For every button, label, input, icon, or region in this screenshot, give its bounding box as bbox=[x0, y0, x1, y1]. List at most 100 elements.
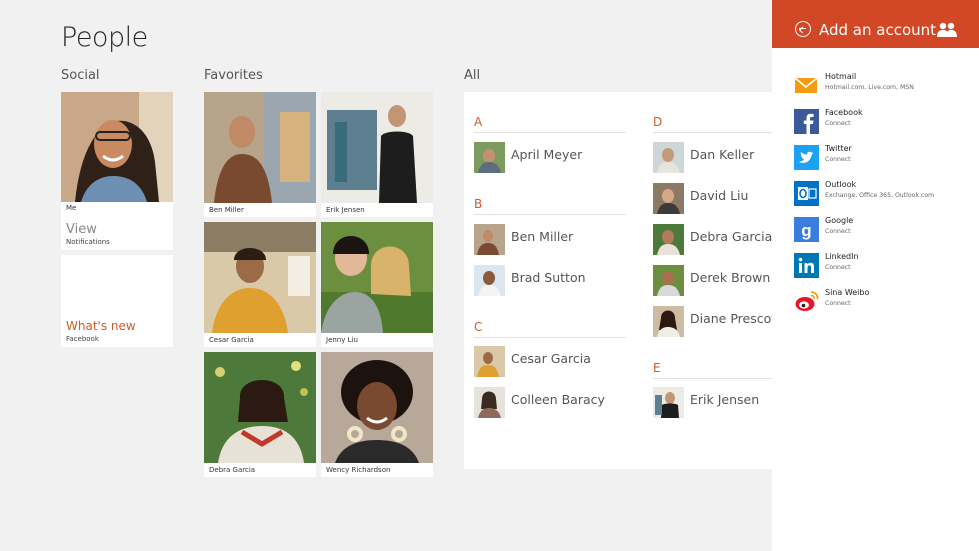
account-sub: Hotmail.com, Live.com, MSN bbox=[825, 84, 914, 91]
contact-name: Dan Keller bbox=[690, 147, 755, 162]
contact-item[interactable]: Diane Prescott bbox=[653, 306, 772, 340]
contact-thumbnail bbox=[474, 265, 505, 296]
me-tile[interactable]: Me View Notifications bbox=[61, 92, 173, 250]
favorite-name: Erik Jensen bbox=[326, 206, 365, 214]
view-label: View bbox=[66, 222, 97, 237]
contact-thumbnail bbox=[653, 265, 684, 296]
back-arrow-icon[interactable] bbox=[795, 21, 811, 37]
favorite-tile[interactable]: Ben Miller bbox=[204, 92, 316, 217]
contact-thumbnail bbox=[653, 306, 684, 337]
group-divider bbox=[474, 132, 626, 133]
people-icon bbox=[937, 22, 957, 37]
favorite-name: Cesar Garcia bbox=[209, 336, 254, 344]
account-sub: Connect bbox=[825, 156, 851, 163]
favorite-photo bbox=[321, 92, 433, 203]
all-contacts-panel: A April Meyer B Ben Miller Brad Sutton C… bbox=[464, 92, 772, 469]
favorite-photo bbox=[204, 222, 316, 333]
whats-new-tile[interactable]: What's new Facebook bbox=[61, 255, 173, 347]
section-label-favorites: Favorites bbox=[204, 68, 263, 83]
favorite-name: Wency Richardson bbox=[326, 466, 391, 474]
twitter-icon bbox=[794, 145, 819, 170]
facebook-icon bbox=[794, 109, 819, 134]
contact-name: Ben Miller bbox=[511, 229, 574, 244]
contact-name: Cesar Garcia bbox=[511, 351, 591, 366]
google-icon: g bbox=[794, 217, 819, 242]
favorite-tile[interactable]: Debra Garcia bbox=[204, 352, 316, 477]
add-account-header: Add an account bbox=[772, 0, 979, 48]
favorite-tile[interactable]: Cesar Garcia bbox=[204, 222, 316, 347]
favorite-name: Debra Garcia bbox=[209, 466, 256, 474]
group-divider bbox=[653, 378, 772, 379]
group-divider bbox=[474, 214, 626, 215]
add-account-pane: Add an account Hotmail Hotmail.com, Live… bbox=[772, 0, 979, 551]
account-name: Twitter bbox=[825, 144, 852, 153]
contact-name: Debra Garcia bbox=[690, 229, 772, 244]
contact-item[interactable]: Derek Brown bbox=[653, 265, 772, 299]
contact-item[interactable]: David Liu bbox=[653, 183, 772, 217]
account-sub: Connect bbox=[825, 120, 851, 127]
favorite-photo bbox=[204, 352, 316, 463]
account-sub: Connect bbox=[825, 228, 851, 235]
account-name: LinkedIn bbox=[825, 252, 859, 261]
contact-name: Derek Brown bbox=[690, 270, 771, 285]
account-sub: Connect bbox=[825, 300, 851, 307]
me-photo bbox=[61, 92, 173, 202]
contact-thumbnail bbox=[474, 142, 505, 173]
account-name: Google bbox=[825, 216, 854, 225]
contact-item[interactable]: Cesar Garcia bbox=[474, 346, 634, 380]
svg-text:g: g bbox=[801, 221, 811, 240]
section-label-social: Social bbox=[61, 68, 100, 83]
account-sub: Connect bbox=[825, 264, 851, 271]
account-outlook[interactable]: Outlook Exchange, Office 365, Outlook.co… bbox=[794, 180, 974, 213]
contact-name: Erik Jensen bbox=[690, 392, 760, 407]
account-twitter[interactable]: Twitter Connect bbox=[794, 144, 974, 177]
contact-name: Brad Sutton bbox=[511, 270, 586, 285]
favorite-photo bbox=[321, 222, 433, 333]
group-letter-a[interactable]: A bbox=[474, 115, 482, 129]
favorite-name: Ben Miller bbox=[209, 206, 244, 214]
contact-thumbnail bbox=[653, 224, 684, 255]
whats-new-sub: Facebook bbox=[66, 335, 99, 343]
favorite-tile[interactable]: Jenny Liu bbox=[321, 222, 433, 347]
account-sub: Exchange, Office 365, Outlook.com bbox=[825, 192, 935, 199]
contact-thumbnail bbox=[474, 224, 505, 255]
group-divider bbox=[474, 337, 626, 338]
add-account-title: Add an account bbox=[819, 21, 937, 39]
account-google[interactable]: g Google Connect bbox=[794, 216, 974, 249]
section-label-all[interactable]: All bbox=[464, 68, 480, 83]
favorite-photo bbox=[204, 92, 316, 203]
group-letter-c[interactable]: C bbox=[474, 320, 482, 334]
account-name: Hotmail bbox=[825, 72, 857, 81]
me-caption: Me bbox=[66, 204, 77, 212]
contact-item[interactable]: Debra Garcia bbox=[653, 224, 772, 258]
contact-name: David Liu bbox=[690, 188, 749, 203]
contact-item[interactable]: Erik Jensen bbox=[653, 387, 772, 421]
outlook-icon bbox=[794, 181, 819, 206]
favorite-photo bbox=[321, 352, 433, 463]
contact-thumbnail bbox=[653, 183, 684, 214]
contact-thumbnail bbox=[653, 142, 684, 173]
page-title: People bbox=[61, 22, 148, 53]
group-letter-d[interactable]: D bbox=[653, 115, 662, 129]
account-sina-weibo[interactable]: Sina Weibo Connect bbox=[794, 288, 974, 321]
contact-item[interactable]: Dan Keller bbox=[653, 142, 772, 176]
group-letter-e[interactable]: E bbox=[653, 361, 661, 375]
contact-item[interactable]: Ben Miller bbox=[474, 224, 634, 258]
favorite-tile[interactable]: Erik Jensen bbox=[321, 92, 433, 217]
favorite-tile[interactable]: Wency Richardson bbox=[321, 352, 433, 477]
contact-item[interactable]: Colleen Baracy bbox=[474, 387, 634, 421]
contact-name: Diane Prescott bbox=[690, 311, 772, 326]
account-name: Facebook bbox=[825, 108, 863, 117]
linkedin-icon bbox=[794, 253, 819, 278]
account-linkedin[interactable]: LinkedIn Connect bbox=[794, 252, 974, 285]
group-letter-b[interactable]: B bbox=[474, 197, 482, 211]
group-divider bbox=[653, 132, 772, 133]
favorite-name: Jenny Liu bbox=[326, 336, 358, 344]
account-name: Sina Weibo bbox=[825, 288, 870, 297]
contact-item[interactable]: April Meyer bbox=[474, 142, 634, 176]
contact-name: Colleen Baracy bbox=[511, 392, 605, 407]
account-facebook[interactable]: Facebook Connect bbox=[794, 108, 974, 141]
contact-thumbnail bbox=[474, 346, 505, 377]
contact-item[interactable]: Brad Sutton bbox=[474, 265, 634, 299]
account-hotmail[interactable]: Hotmail Hotmail.com, Live.com, MSN bbox=[794, 72, 974, 105]
